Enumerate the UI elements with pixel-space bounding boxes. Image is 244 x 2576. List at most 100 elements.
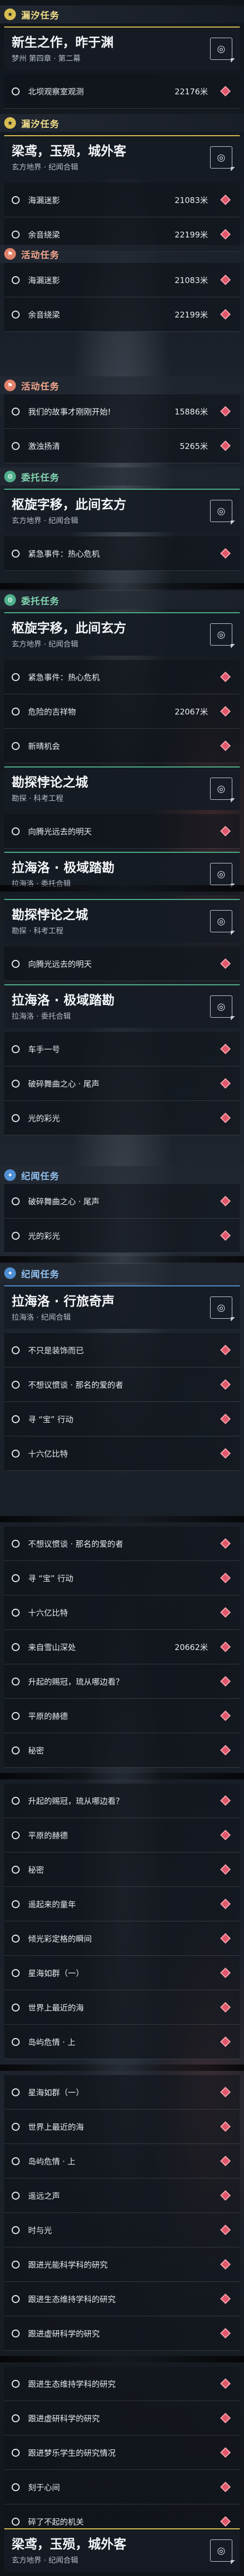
map-pin-icon[interactable] — [220, 1113, 231, 1123]
map-pin-icon[interactable] — [220, 1230, 231, 1241]
objective-row[interactable]: 向腾光远去的明天 — [4, 947, 240, 981]
map-pin-icon[interactable] — [220, 1414, 231, 1424]
map-pin-icon[interactable] — [220, 2156, 231, 2166]
objective-row[interactable]: 星海如群（一） — [4, 1956, 240, 1990]
map-pin-icon[interactable] — [220, 1830, 231, 1840]
map-pin-icon[interactable] — [220, 672, 231, 682]
objective-row[interactable]: 倾光彩定格的瞬间 — [4, 1921, 240, 1956]
map-pin-icon[interactable] — [220, 2121, 231, 2132]
objective-row[interactable]: 海漏迷影 21083米 — [4, 183, 240, 217]
objective-row[interactable]: 岛屿危情 · 上 — [4, 2025, 240, 2059]
track-quest-icon[interactable]: ◎ — [210, 146, 232, 169]
map-pin-icon[interactable] — [220, 309, 231, 320]
objective-row[interactable]: 跟进生态维持学科的研究 — [4, 2367, 240, 2401]
map-pin-icon[interactable] — [220, 1899, 231, 1909]
objective-row[interactable]: 不只是装饰而已 — [4, 1333, 240, 1368]
map-pin-icon[interactable] — [220, 229, 231, 240]
objective-row[interactable]: 世界上最近的海 — [4, 2110, 240, 2144]
objective-row[interactable]: 跟进虚研科学的研究 — [4, 2316, 240, 2351]
objective-row[interactable]: 跟进梦乐学生的研究情况 — [4, 2436, 240, 2470]
map-pin-icon[interactable] — [220, 1795, 231, 1806]
track-quest-icon[interactable]: ◎ — [210, 500, 232, 522]
objective-row[interactable]: 十六亿比特 — [4, 1436, 240, 1471]
map-pin-icon[interactable] — [220, 548, 231, 559]
objective-row[interactable]: 平原的赫德 — [4, 1818, 240, 1852]
objective-row[interactable]: 升起的赐冠，琉从哪边看？ — [4, 1664, 240, 1699]
objective-row[interactable]: 不想议惯谈 · 那名的爱的者 — [4, 1527, 240, 1561]
map-pin-icon[interactable] — [220, 1078, 231, 1089]
map-pin-icon[interactable] — [220, 2516, 231, 2527]
category-header-story[interactable]: ★ 漏汐任务 — [0, 5, 244, 23]
map-pin-icon[interactable] — [220, 2225, 231, 2235]
objective-row[interactable]: 新晴机会 — [4, 729, 240, 763]
objective-row[interactable]: 跟进虚研科学的研究 — [4, 2401, 240, 2436]
map-pin-icon[interactable] — [220, 2259, 231, 2270]
category-header-daily[interactable]: ⚙ 委托任务 — [0, 467, 244, 486]
map-pin-icon[interactable] — [220, 1710, 231, 1721]
objective-row[interactable]: 世界上最近的海 — [4, 1990, 240, 2025]
objective-row[interactable]: 破碎舞曲之心 · 尾声 — [4, 1184, 240, 1219]
map-pin-icon[interactable] — [220, 1607, 231, 1618]
track-quest-icon[interactable]: ◎ — [210, 778, 232, 800]
track-quest-icon[interactable]: ◎ — [210, 995, 232, 1018]
objective-row[interactable]: 来自雪山深处 20662米 — [4, 1630, 240, 1664]
objective-row[interactable]: 遥起来的童年 — [4, 1887, 240, 1921]
objective-row[interactable]: 升起的赐冠，琉从哪边看？ — [4, 1784, 240, 1818]
objective-row[interactable]: 岛屿危情 · 上 — [4, 2144, 240, 2178]
map-pin-icon[interactable] — [220, 440, 231, 451]
category-header-story[interactable]: ★ 漏汐任务 — [0, 114, 244, 132]
objective-row[interactable]: 寻 “宝” 行动 — [4, 1402, 240, 1436]
map-pin-icon[interactable] — [220, 195, 231, 205]
track-quest-icon[interactable]: ◎ — [210, 623, 232, 646]
map-pin-icon[interactable] — [220, 2413, 231, 2423]
map-pin-icon[interactable] — [220, 2293, 231, 2304]
map-pin-icon[interactable] — [220, 740, 231, 751]
objective-row[interactable]: 光的彩光 — [4, 1219, 240, 1253]
map-pin-icon[interactable] — [220, 826, 231, 836]
map-pin-icon[interactable] — [220, 1642, 231, 1652]
objective-row[interactable]: 破碎舞曲之心 · 尾声 — [4, 1066, 240, 1101]
map-pin-icon[interactable] — [220, 1538, 231, 1549]
map-pin-icon[interactable] — [220, 1745, 231, 1755]
map-pin-icon[interactable] — [220, 2002, 231, 2013]
objective-row[interactable]: 跟进光能科学科的研究 — [4, 2247, 240, 2282]
objective-row[interactable]: 遥远之声 — [4, 2178, 240, 2213]
category-header-activity[interactable]: ⚑ 活动任务 — [0, 376, 244, 394]
category-header-daily[interactable]: ⚙ 委托任务 — [0, 591, 244, 609]
objective-row[interactable]: 车手一号 — [4, 1032, 240, 1066]
quest-card[interactable]: 勘探悖论之城 勘探 · 科考工程 ◎ — [4, 899, 240, 942]
map-pin-icon[interactable] — [220, 706, 231, 717]
objective-row[interactable]: 跟进生态维持学科的研究 — [4, 2282, 240, 2316]
map-pin-icon[interactable] — [220, 2087, 231, 2097]
map-pin-icon[interactable] — [220, 2482, 231, 2492]
track-quest-icon[interactable]: ◎ — [210, 1296, 232, 1319]
quest-card[interactable]: 梁鸢，玉殒，城外客 玄方地界 · 纪闻合辑 ◎ — [4, 135, 240, 179]
map-pin-icon[interactable] — [220, 958, 231, 969]
map-pin-icon[interactable] — [220, 275, 231, 285]
quest-card[interactable]: 枢旋字移，此间玄方 玄方地界 · 纪闻合辑 ◎ — [4, 612, 240, 656]
objective-row[interactable]: 北坝观察室观测 22176米 — [4, 74, 240, 109]
map-pin-icon[interactable] — [220, 1676, 231, 1687]
objective-row[interactable]: 光的彩光 — [4, 1101, 240, 1135]
map-pin-icon[interactable] — [220, 1379, 231, 1390]
objective-row[interactable]: 十六亿比特 — [4, 1595, 240, 1630]
track-quest-icon[interactable]: ◎ — [210, 863, 232, 885]
category-header-activity[interactable]: ⚑ 活动任务 — [0, 245, 244, 263]
map-pin-icon[interactable] — [220, 1345, 231, 1355]
objective-row[interactable]: 星海如群（一） — [4, 2075, 240, 2110]
objective-row[interactable]: 余音绕梁 22199米 — [4, 297, 240, 332]
track-quest-icon[interactable]: ◎ — [210, 910, 232, 932]
objective-row[interactable]: 寻 “宝” 行动 — [4, 1561, 240, 1595]
map-pin-icon[interactable] — [220, 2447, 231, 2458]
map-pin-icon[interactable] — [220, 2378, 231, 2389]
objective-row[interactable]: 不想议惯谈 · 那名的爱的者 — [4, 1368, 240, 1402]
objective-row[interactable]: 向腾光远去的明天 — [4, 814, 240, 849]
objective-row[interactable]: 时与光 — [4, 2213, 240, 2247]
category-header-legend[interactable]: ✦ 纪闻任务 — [0, 1166, 244, 1184]
category-header-legend[interactable]: ✦ 纪闻任务 — [0, 1264, 244, 1282]
objective-row[interactable]: 刻于心间 — [4, 2470, 240, 2504]
map-pin-icon[interactable] — [220, 1573, 231, 1583]
objective-row[interactable]: 激浊扬清 5265米 — [4, 429, 240, 463]
objective-row[interactable]: 秘密 — [4, 1852, 240, 1887]
objective-row[interactable]: 海漏迷影 21083米 — [4, 263, 240, 297]
